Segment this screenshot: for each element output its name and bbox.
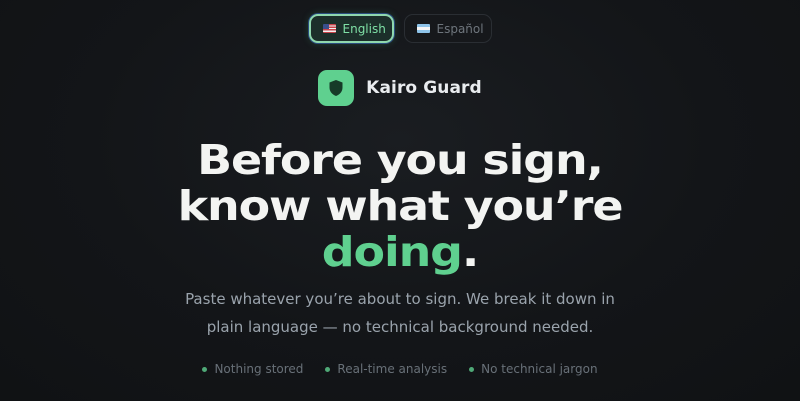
language-spanish-button[interactable]: Español (403, 14, 492, 43)
feature-item: No technical jargon (469, 362, 598, 376)
brand-name: Kairo Guard (366, 78, 482, 98)
feature-label: Real-time analysis (337, 362, 448, 376)
language-switcher: English Español (0, 14, 800, 43)
brand-logo (318, 70, 355, 106)
subtitle-line-2: plain language — no technical background… (206, 318, 594, 336)
bullet-dot-icon (325, 366, 331, 372)
hero-subtitle: Paste whatever you’re about to sign. We … (0, 285, 800, 341)
hero-headline: Before you sign, know what you’re doing. (0, 137, 800, 275)
feature-item: Real-time analysis (325, 362, 447, 376)
headline-accent-word: doing (321, 228, 463, 276)
language-english-label: English (342, 21, 386, 36)
feature-label: No technical jargon (481, 362, 598, 376)
feature-list: Nothing stored Real-time analysis No tec… (0, 362, 800, 376)
brand: Kairo Guard (0, 70, 800, 106)
feature-item: Nothing stored (202, 362, 303, 376)
bullet-dot-icon (469, 366, 475, 372)
language-spanish-label: Español (436, 21, 484, 36)
shield-icon (329, 80, 343, 96)
subtitle-line-1: Paste whatever you’re about to sign. We … (185, 290, 615, 308)
us-flag-icon (322, 24, 336, 33)
language-english-button[interactable]: English (308, 14, 394, 43)
feature-label: Nothing stored (214, 362, 304, 376)
argentina-flag-icon (416, 24, 430, 33)
headline-line-2: know what you’re (177, 182, 624, 230)
headline-line-1: Before you sign, (197, 136, 604, 184)
headline-period: . (461, 228, 479, 276)
bullet-dot-icon (202, 366, 208, 372)
